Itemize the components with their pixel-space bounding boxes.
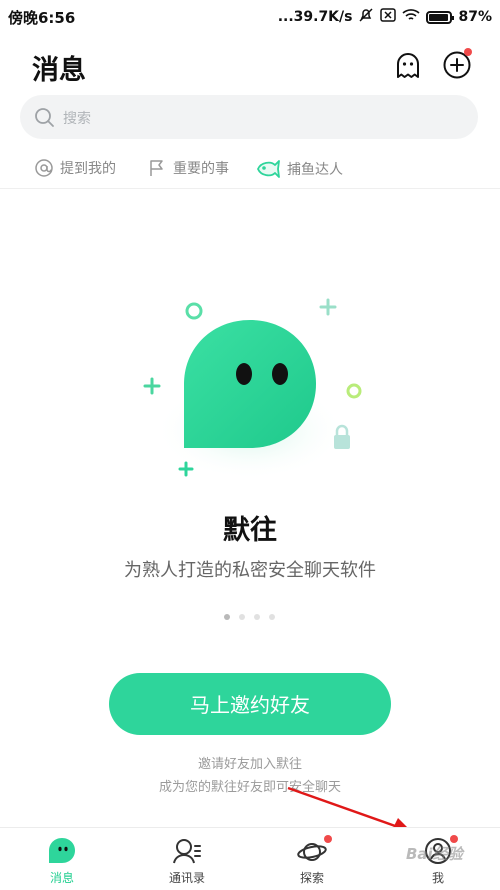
network-speed: ...39.7K/s: [277, 9, 353, 25]
flag-icon: [150, 160, 163, 176]
explore-badge: [324, 835, 332, 843]
contacts-icon: [173, 839, 201, 864]
carousel-dot: [239, 614, 245, 620]
invite-friends-button[interactable]: 马上邀约好友: [109, 673, 391, 735]
filter-fishing-game[interactable]: 捕鱼达人: [255, 158, 343, 180]
page-title: 消息: [32, 55, 86, 86]
fish-icon: [257, 160, 280, 178]
carousel-dot: [224, 614, 230, 620]
app-slogan: 为熟人打造的私密安全聊天软件: [124, 560, 376, 581]
sim-off-icon: [380, 8, 397, 26]
tab-label: 探索: [299, 871, 324, 885]
filter-important[interactable]: 重要的事: [147, 158, 229, 178]
status-time: 傍晚6:56: [8, 9, 76, 27]
tab-messages[interactable]: 消息: [7, 828, 117, 890]
tab-label: 通讯录: [168, 871, 205, 885]
status-bar: 傍晚6:56 ...39.7K/s 87%: [0, 0, 500, 34]
wifi-icon: [402, 8, 421, 26]
filter-bar: 提到我的 重要的事 捕鱼达人: [0, 148, 500, 189]
tab-label: 消息: [49, 871, 74, 885]
tab-contacts[interactable]: 通讯录: [132, 828, 242, 890]
ghost-button[interactable]: [393, 50, 423, 80]
battery-icon: [426, 10, 455, 24]
invite-note-line1: 邀请好友加入默往: [197, 757, 302, 772]
search-icon: [35, 108, 54, 127]
notification-dot: [464, 48, 472, 56]
filter-label: 捕鱼达人: [287, 162, 343, 178]
search-placeholder: 搜索: [63, 111, 91, 127]
tab-explore[interactable]: 探索: [257, 828, 367, 890]
empty-chat-illustration: [143, 298, 362, 480]
battery-percent: 87%: [458, 9, 492, 25]
carousel-dot: [269, 614, 275, 620]
filter-mentions[interactable]: 提到我的: [34, 158, 116, 178]
watermark: Bai经验: [406, 845, 463, 863]
at-icon: [35, 159, 53, 177]
status-indicators: ...39.7K/s 87%: [278, 7, 492, 27]
chat-bubble-icon: [49, 838, 75, 863]
search-input[interactable]: 搜索: [20, 95, 478, 139]
add-button[interactable]: [442, 48, 472, 80]
filter-label: 重要的事: [173, 161, 229, 177]
me-badge: [450, 835, 458, 843]
app-name: 默往: [223, 515, 277, 546]
planet-icon: [297, 843, 327, 861]
mute-icon: [358, 7, 374, 27]
filter-label: 提到我的: [60, 161, 116, 177]
carousel-dot: [254, 614, 260, 620]
carousel-indicator: [224, 614, 275, 620]
tab-label: 我: [431, 871, 444, 885]
ghost-icon: [397, 53, 419, 78]
